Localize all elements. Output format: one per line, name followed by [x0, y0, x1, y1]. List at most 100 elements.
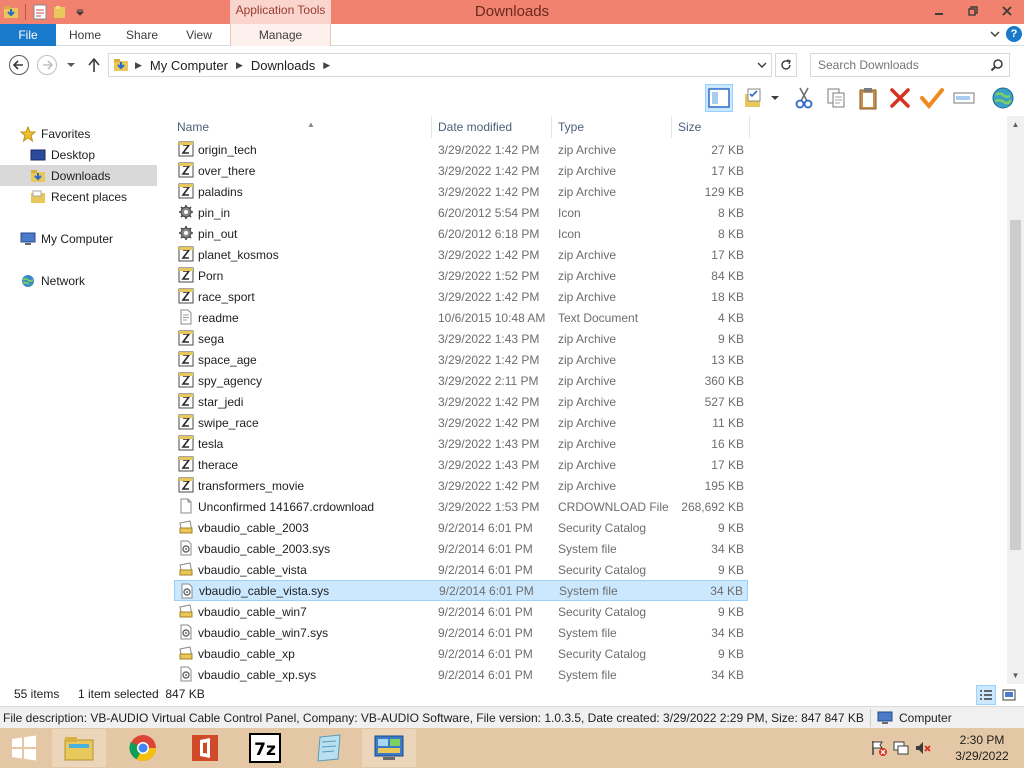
breadcrumb-my-computer[interactable]: My Computer: [150, 58, 228, 73]
file-type: Icon: [558, 226, 581, 241]
taskbar-file-explorer[interactable]: [52, 729, 106, 767]
table-row[interactable]: planet_kosmos 3/29/2022 1:42 PM zip Archiv…: [174, 244, 748, 265]
window-controls: [922, 0, 1024, 22]
recent-locations-chevron-icon[interactable]: [63, 54, 79, 76]
table-row[interactable]: vbaudio_cable_xp 9/2/2014 6:01 PM Security…: [174, 643, 748, 664]
volume-muted-icon[interactable]: [914, 739, 932, 757]
back-button[interactable]: [8, 54, 30, 76]
apply-button[interactable]: [918, 84, 946, 112]
table-row[interactable]: vbaudio_cable_win7 9/2/2014 6:01 PM Securi…: [174, 601, 748, 622]
taskbar-notepad[interactable]: [302, 729, 356, 767]
web-button[interactable]: [989, 84, 1017, 112]
paste-button[interactable]: [854, 84, 882, 112]
breadcrumb-separator-icon[interactable]: ▶: [236, 60, 243, 71]
nav-my-computer[interactable]: My Computer: [0, 228, 157, 249]
table-row[interactable]: readme 10/6/2015 10:48 AM Text Document 4 K…: [174, 307, 748, 328]
search-input[interactable]: [818, 58, 988, 72]
minimize-button[interactable]: [922, 0, 956, 22]
cut-button[interactable]: [790, 84, 818, 112]
file-name: therace: [198, 457, 239, 472]
column-separator[interactable]: [749, 116, 750, 138]
tab-view[interactable]: View: [178, 24, 220, 46]
file-size: 8 KB: [717, 205, 744, 220]
vertical-scrollbar[interactable]: ▲ ▼: [1007, 116, 1024, 684]
expand-ribbon-icon[interactable]: [988, 27, 1002, 41]
search-icon[interactable]: [990, 58, 1004, 75]
refresh-button[interactable]: [775, 53, 797, 77]
large-icons-view-button[interactable]: [999, 685, 1019, 705]
downloads-folder-icon[interactable]: [2, 2, 20, 22]
start-button[interactable]: [0, 729, 48, 767]
nav-downloads[interactable]: Downloads: [0, 165, 157, 186]
customize-qat-icon[interactable]: [71, 2, 89, 22]
table-row[interactable]: space_age 3/29/2022 1:42 PM zip Archive 13 …: [174, 349, 748, 370]
table-row[interactable]: vbaudio_cable_win7.sys 9/2/2014 6:01 PM Sy…: [174, 622, 748, 643]
copy-button[interactable]: [822, 84, 850, 112]
table-row-selected[interactable]: vbaudio_cable_vista.sys 9/2/2014 6:01 PM S…: [174, 580, 748, 601]
table-row[interactable]: therace 3/29/2022 1:43 PM zip Archive 17 KB: [174, 454, 748, 475]
preview-pane-button[interactable]: [705, 84, 733, 112]
taskbar-chrome[interactable]: [116, 729, 170, 767]
file-type: Security Catalog: [558, 646, 647, 661]
taskbar-vbaudio-control-panel[interactable]: [362, 729, 416, 767]
new-folder-icon[interactable]: [51, 2, 69, 22]
taskbar-office[interactable]: [178, 729, 232, 767]
table-row[interactable]: paladins 3/29/2022 1:42 PM zip Archive 129 …: [174, 181, 748, 202]
delete-button[interactable]: [886, 84, 914, 112]
address-bar[interactable]: ▶ My Computer ▶ Downloads ▶: [108, 53, 772, 77]
table-row[interactable]: swipe_race 3/29/2022 1:42 PM zip Archive 11…: [174, 412, 748, 433]
details-view-button[interactable]: [976, 685, 996, 705]
table-row[interactable]: vbaudio_cable_vista 9/2/2014 6:01 PM Secur…: [174, 559, 748, 580]
move-to-folder-button[interactable]: [740, 84, 766, 112]
column-header-date[interactable]: Date modified: [432, 116, 550, 138]
address-history-chevron-icon[interactable]: [755, 58, 769, 72]
table-row[interactable]: transformers_movie 3/29/2022 1:42 PM zip A…: [174, 475, 748, 496]
table-row[interactable]: vbaudio_cable_xp.sys 9/2/2014 6:01 PM Syst…: [174, 664, 748, 685]
column-header-name[interactable]: Name ▲: [171, 116, 433, 138]
nav-desktop[interactable]: Desktop: [0, 144, 157, 165]
rename-button[interactable]: [950, 84, 978, 112]
breadcrumb-separator-icon[interactable]: ▶: [135, 60, 142, 71]
scrollbar-thumb[interactable]: [1010, 220, 1021, 550]
table-row[interactable]: pin_in 6/20/2012 5:54 PM Icon 8 KB: [174, 202, 748, 223]
security-catalog-icon: [178, 519, 194, 535]
tab-home[interactable]: Home: [62, 24, 108, 46]
table-row[interactable]: sega 3/29/2022 1:43 PM zip Archive 9 KB: [174, 328, 748, 349]
tab-share[interactable]: Share: [120, 24, 164, 46]
nav-favorites[interactable]: Favorites: [0, 123, 157, 144]
table-row[interactable]: spy_agency 3/29/2022 2:11 PM zip Archive 36…: [174, 370, 748, 391]
breadcrumb-separator-icon[interactable]: ▶: [323, 60, 330, 71]
table-row[interactable]: Porn 3/29/2022 1:52 PM zip Archive 84 KB: [174, 265, 748, 286]
table-row[interactable]: tesla 3/29/2022 1:43 PM zip Archive 16 KB: [174, 433, 748, 454]
table-row[interactable]: Unconfirmed 141667.crdownload 3/29/2022 1…: [174, 496, 748, 517]
close-button[interactable]: [990, 0, 1024, 22]
table-row[interactable]: over_there 3/29/2022 1:42 PM zip Archive 17…: [174, 160, 748, 181]
system-clock[interactable]: 2:30 PM 3/29/2022: [940, 732, 1024, 764]
properties-icon[interactable]: [31, 2, 49, 22]
table-row[interactable]: vbaudio_cable_2003 9/2/2014 6:01 PM Securi…: [174, 517, 748, 538]
restore-button[interactable]: [956, 0, 990, 22]
move-to-dropdown-chevron-icon[interactable]: [768, 84, 782, 112]
action-center-flag-icon[interactable]: [870, 739, 888, 757]
tab-manage[interactable]: Manage: [230, 24, 331, 46]
scroll-up-icon[interactable]: ▲: [1007, 116, 1024, 133]
file-size: 8 KB: [717, 226, 744, 241]
nav-recent-places[interactable]: Recent places: [0, 186, 157, 207]
table-row[interactable]: star_jedi 3/29/2022 1:42 PM zip Archive 527…: [174, 391, 748, 412]
table-row[interactable]: race_sport 3/29/2022 1:42 PM zip Archive 18…: [174, 286, 748, 307]
up-button[interactable]: [84, 54, 104, 76]
help-icon[interactable]: ?: [1006, 26, 1022, 42]
table-row[interactable]: vbaudio_cable_2003.sys 9/2/2014 6:01 PM Sy…: [174, 538, 748, 559]
forward-button[interactable]: [36, 54, 58, 76]
file-date-modified: 3/29/2022 1:42 PM: [438, 289, 540, 304]
network-tray-icon[interactable]: [892, 739, 910, 757]
scroll-down-icon[interactable]: ▼: [1007, 667, 1024, 684]
nav-network[interactable]: Network: [0, 270, 157, 291]
taskbar-7zip[interactable]: 7z: [238, 729, 292, 767]
breadcrumb-downloads[interactable]: Downloads: [251, 58, 315, 73]
table-row[interactable]: pin_out 6/20/2012 6:18 PM Icon 8 KB: [174, 223, 748, 244]
table-row[interactable]: origin_tech 3/29/2022 1:42 PM zip Archive 2…: [174, 139, 748, 160]
column-header-size[interactable]: Size: [672, 116, 748, 138]
tab-file[interactable]: File: [0, 24, 56, 46]
column-header-type[interactable]: Type: [552, 116, 670, 138]
